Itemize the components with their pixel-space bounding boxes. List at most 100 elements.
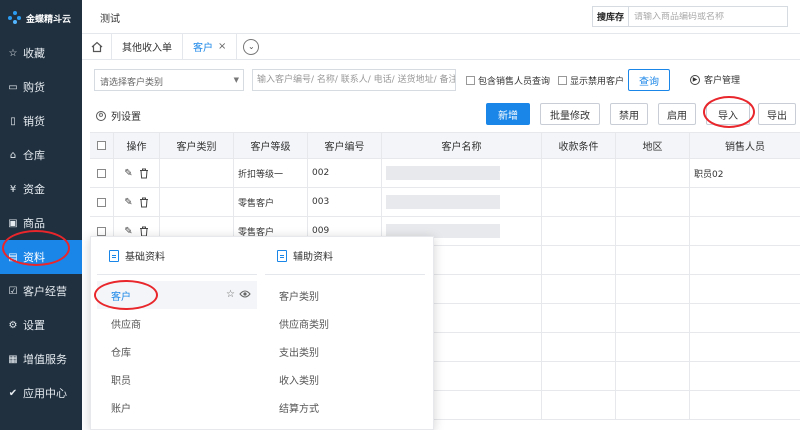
add-button[interactable]: 新增 [486, 103, 530, 125]
value-icon: ▦ [8, 353, 18, 365]
header-terms[interactable]: 收款条件 [542, 133, 616, 158]
tab-other-income[interactable]: 其他收入单 [112, 33, 183, 60]
menu-item-basic[interactable]: 职员 [97, 365, 257, 393]
eye-icon[interactable] [239, 289, 251, 299]
edit-icon[interactable]: ✎ [124, 226, 132, 237]
include-sales-checkbox[interactable]: 包含销售人员查询 [466, 74, 550, 87]
menu-item-label: 账户 [111, 403, 131, 415]
checkbox-box[interactable] [558, 76, 567, 85]
menu-item-aux[interactable]: 供应商类别 [265, 309, 425, 337]
export-button[interactable]: 导出 [758, 103, 796, 125]
header-name[interactable]: 客户名称 [382, 133, 542, 158]
row-checkbox[interactable] [97, 197, 106, 207]
sidebar-item-star[interactable]: ☆ 收藏 [0, 36, 82, 70]
home-tab[interactable] [82, 33, 112, 60]
home-icon [91, 41, 102, 52]
keyword-search-input[interactable] [252, 69, 456, 91]
menu-item-basic[interactable]: 客户 ☆ [97, 281, 257, 309]
cell-area [616, 333, 690, 361]
disable-button[interactable]: 禁用 [610, 103, 648, 125]
menu-item-basic[interactable]: 账户 [97, 393, 257, 421]
header-sales[interactable]: 销售人员 [690, 133, 800, 158]
edit-icon[interactable]: ✎ [124, 168, 132, 179]
menu-item-aux[interactable]: 收入类别 [265, 365, 425, 393]
sidebar-item-label: 购货 [23, 81, 45, 94]
cell-sales [690, 304, 800, 332]
row-checkbox[interactable] [97, 226, 106, 236]
sidebar-item-value[interactable]: ▦ 增值服务 [0, 342, 82, 376]
table-row[interactable]: ✎ 折扣等级一 002 职员02 [90, 159, 800, 188]
menu-item-label: 供应商类别 [279, 319, 329, 331]
customer-management-label: 客户管理 [704, 76, 741, 86]
header-category[interactable]: 客户类别 [160, 133, 234, 158]
cell-code: 003 [308, 188, 382, 216]
batch-edit-button[interactable]: 批量修改 [540, 103, 600, 125]
chevron-down-icon[interactable]: ⌄ [243, 38, 260, 55]
inventory-search-input[interactable] [629, 11, 770, 22]
tab-customer[interactable]: 客户 × [183, 33, 238, 60]
cell-sales [690, 275, 800, 303]
basic-data-header: 基础资料 [97, 237, 257, 275]
import-button[interactable]: 导入 [706, 103, 750, 125]
cell-name-redacted [382, 159, 542, 187]
aux-data-header: 辅助资料 [265, 237, 425, 275]
customer-management-link[interactable]: ▶ 客户管理 [690, 73, 740, 86]
cell-area [616, 304, 690, 332]
menu-item-basic[interactable]: 仓库 [97, 337, 257, 365]
sidebar-item-label: 销货 [23, 115, 45, 128]
column-settings[interactable]: ⚙ 列设置 [96, 108, 141, 123]
search-scope-label[interactable]: 搜库存 [593, 7, 630, 26]
sidebar-item-settings[interactable]: ⚙ 设置 [0, 308, 82, 342]
header-area[interactable]: 地区 [616, 133, 690, 158]
cell-area [616, 246, 690, 274]
show-disabled-checkbox[interactable]: 显示禁用客户 [558, 74, 624, 87]
settings-icon: ⚙ [8, 319, 18, 331]
menu-item-label: 结算方式 [279, 403, 319, 415]
close-icon[interactable]: × [218, 41, 226, 52]
menu-item-aux[interactable]: 支出类别 [265, 337, 425, 365]
aux-data-column: 辅助资料 客户类别供应商类别支出类别收入类别结算方式 [265, 237, 425, 421]
table-row[interactable]: ✎ 零售客户 003 [90, 188, 800, 217]
menu-item-label: 支出类别 [279, 347, 319, 359]
edit-icon[interactable]: ✎ [124, 197, 132, 208]
cell-terms [542, 275, 616, 303]
cell-area [616, 275, 690, 303]
row-checkbox[interactable] [97, 168, 106, 178]
menu-item-aux[interactable]: 客户类别 [265, 281, 425, 309]
checkbox-box[interactable] [466, 76, 475, 85]
trash-icon[interactable] [139, 168, 149, 179]
menu-item-basic[interactable]: 供应商 [97, 309, 257, 337]
redacted-block [386, 166, 500, 180]
cell-area [616, 362, 690, 390]
trash-icon[interactable] [139, 226, 149, 237]
cell-area [616, 188, 690, 216]
header-code[interactable]: 客户编号 [308, 133, 382, 158]
cell-sales [690, 246, 800, 274]
apps-icon: ✔ [8, 387, 18, 399]
header-operation: 操作 [114, 133, 160, 158]
money-icon: ¥ [9, 183, 17, 195]
select-all-cell [90, 133, 114, 158]
star-icon[interactable]: ☆ [226, 289, 235, 300]
redacted-block [386, 195, 500, 209]
trash-icon[interactable] [139, 197, 149, 208]
sidebar-item-warehouse[interactable]: ⌂ 仓库 [0, 138, 82, 172]
query-button[interactable]: 查询 [628, 69, 670, 91]
menu-item-aux[interactable]: 结算方式 [265, 393, 425, 421]
menu-item-label: 供应商 [111, 319, 141, 331]
sidebar-item-apps[interactable]: ✔ 应用中心 [0, 376, 82, 410]
sidebar-item-sales[interactable]: ▯ 销货 [0, 104, 82, 138]
select-all-checkbox[interactable] [97, 141, 106, 150]
brand-logo[interactable]: 金蝶精斗云 [0, 0, 82, 36]
sidebar-item-money[interactable]: ¥ 资金 [0, 172, 82, 206]
header-level[interactable]: 客户等级 [234, 133, 308, 158]
sidebar-item-data[interactable]: ▤ 资料 [0, 240, 82, 274]
checkbox-label: 包含销售人员查询 [478, 77, 551, 87]
sidebar-item-cart[interactable]: ▭ 购货 [0, 70, 82, 104]
enable-button[interactable]: 启用 [658, 103, 696, 125]
sidebar-item-goods[interactable]: ▣ 商品 [0, 206, 82, 240]
customer-category-select[interactable]: 请选择客户类别 ▼ [94, 69, 244, 91]
cell-sales [690, 333, 800, 361]
cell-terms [542, 188, 616, 216]
sidebar-item-customer[interactable]: ☑ 客户经营 [0, 274, 82, 308]
